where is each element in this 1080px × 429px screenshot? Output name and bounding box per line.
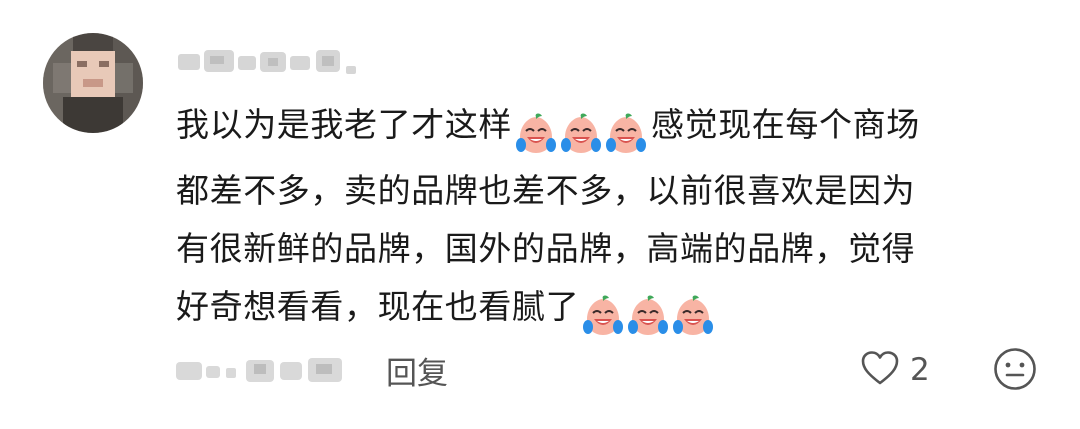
dislike-button[interactable] bbox=[992, 346, 1038, 392]
emoji-group-1 bbox=[514, 104, 649, 162]
username-blurred[interactable] bbox=[176, 44, 366, 80]
comment-item: 我以为是我老了才这样 感觉现在每个商场 都差不多，卖的品牌也差不多，以前很喜欢是因… bbox=[0, 0, 1080, 429]
reply-button[interactable]: 回复 bbox=[386, 348, 448, 393]
comment-line: 好奇想看看，现在也看腻了 bbox=[176, 278, 1036, 344]
crying-laughing-peach-emoji bbox=[581, 294, 625, 339]
comment-line: 都差不多，卖的品牌也差不多，以前很喜欢是因为 bbox=[176, 162, 1036, 220]
like-count: 2 bbox=[910, 352, 930, 388]
comment-line-1-text: 我以为是我老了才这样 bbox=[176, 105, 512, 144]
comment-text: 我以为是我老了才这样 感觉现在每个商场 都差不多，卖的品牌也差不多，以前很喜欢是因… bbox=[176, 96, 1036, 344]
like-button[interactable]: 2 bbox=[860, 348, 930, 392]
crying-laughing-peach-emoji bbox=[671, 294, 715, 339]
comment-line-2-text: 都差不多，卖的品牌也差不多，以前很喜欢是因为 bbox=[176, 171, 916, 210]
comment-line-1-tail: 感觉现在每个商场 bbox=[651, 105, 920, 144]
heart-outline-icon bbox=[860, 350, 900, 390]
neutral-face-icon bbox=[992, 348, 1038, 396]
crying-laughing-peach-emoji bbox=[559, 112, 603, 157]
comment-line-3-text: 有很新鲜的品牌，国外的品牌，高端的品牌，觉得 bbox=[176, 229, 916, 268]
comment-meta: 回复 bbox=[176, 348, 448, 392]
emoji-group-2 bbox=[581, 286, 716, 344]
crying-laughing-peach-emoji bbox=[626, 294, 670, 339]
comment-line: 有很新鲜的品牌，国外的品牌，高端的品牌，觉得 bbox=[176, 220, 1036, 278]
crying-laughing-peach-emoji bbox=[604, 112, 648, 157]
avatar[interactable] bbox=[43, 33, 143, 133]
timestamp-blurred bbox=[176, 350, 356, 390]
crying-laughing-peach-emoji bbox=[514, 112, 558, 157]
comment-line: 我以为是我老了才这样 感觉现在每个商场 bbox=[176, 96, 1036, 162]
comment-line-4-text: 好奇想看看，现在也看腻了 bbox=[176, 287, 580, 326]
